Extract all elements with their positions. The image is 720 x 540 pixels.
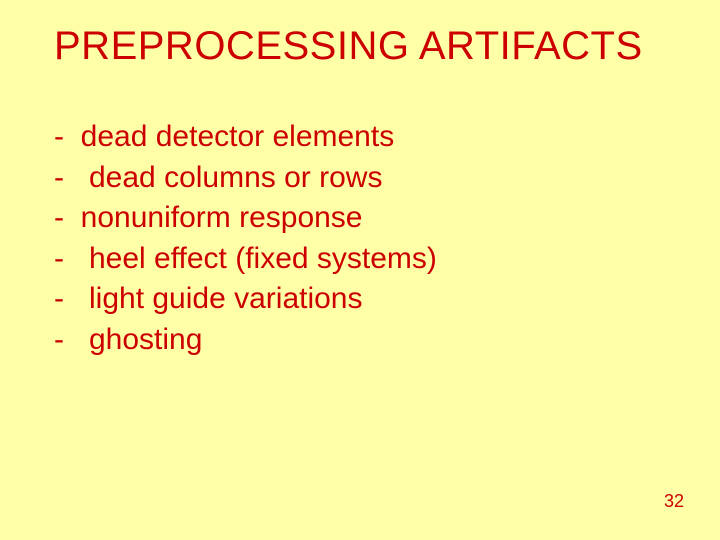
slide: PREPROCESSING ARTIFACTS - dead detector … xyxy=(0,0,720,540)
list-item: - heel effect (fixed systems) xyxy=(54,239,666,280)
list-item: - dead detector elements xyxy=(54,117,666,158)
bullet-list: - dead detector elements - dead columns … xyxy=(54,117,666,360)
list-item: - ghosting xyxy=(54,320,666,361)
page-number: 32 xyxy=(664,491,684,512)
list-item: - nonuniform response xyxy=(54,198,666,239)
slide-title: PREPROCESSING ARTIFACTS xyxy=(54,24,666,69)
list-item: - light guide variations xyxy=(54,279,666,320)
list-item: - dead columns or rows xyxy=(54,158,666,199)
